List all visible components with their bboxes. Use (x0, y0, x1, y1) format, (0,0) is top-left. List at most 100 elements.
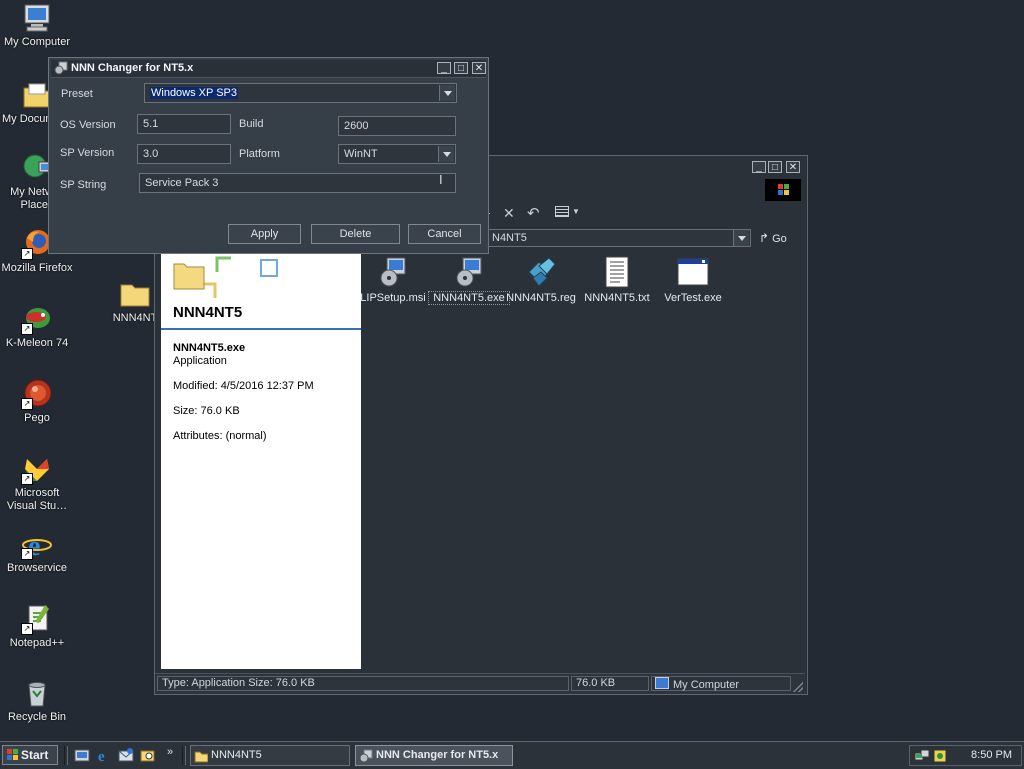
chevron-down-icon[interactable] (438, 146, 454, 162)
pego-icon: ↗ (21, 378, 53, 410)
internet-explorer-icon: e ↗ (21, 528, 53, 562)
shortcut-arrow-icon: ↗ (21, 548, 33, 560)
taskbar-item-nnn-changer[interactable]: NNN Changer for NT5.x (355, 745, 513, 766)
desktop-icon-my-computer[interactable]: My Computer (0, 2, 74, 49)
internet-explorer-icon[interactable]: e (96, 747, 112, 763)
desktop-icon-label: My Computer (3, 36, 71, 48)
os-version-field[interactable]: 5.1 (137, 114, 231, 134)
address-dropdown-arrow[interactable] (733, 230, 749, 246)
go-label: Go (772, 233, 787, 245)
desktop-icon-recycle-bin[interactable]: Recycle Bin (0, 677, 74, 724)
resize-grip-icon[interactable] (793, 682, 803, 692)
windows-logo-icon (765, 179, 801, 201)
toolbar: ⌐ ✕ ↶ ▼ (483, 204, 603, 226)
go-arrow-icon: ↱ (759, 231, 770, 245)
my-computer-small-icon (655, 677, 669, 689)
registry-file-icon (525, 256, 557, 288)
search-folder-icon[interactable] (140, 747, 156, 763)
svg-text:e: e (98, 749, 105, 763)
exe-setup-icon (453, 256, 485, 288)
maximize-button[interactable]: □ (768, 161, 782, 173)
status-type-size: Type: Application Size: 76.0 KB (157, 676, 569, 691)
file-item-vertest[interactable]: VerTest.exe (653, 256, 733, 304)
desktop-icon-label: Notepad++ (9, 637, 65, 649)
security-tray-icon[interactable] (932, 748, 948, 764)
file-name: NNN4NT5.exe (173, 342, 246, 354)
sp-string-field[interactable]: Service Pack 3 (139, 173, 456, 193)
shortcut-arrow-icon: ↗ (21, 248, 33, 260)
quick-launch-overflow-icon[interactable]: » (167, 746, 173, 758)
file-type: Application (173, 355, 227, 367)
file-label: NNN4NT5.txt (584, 292, 650, 304)
app-icon (54, 61, 68, 75)
folder-icon (194, 751, 208, 763)
file-label: VerTest.exe (664, 292, 722, 304)
dialog-close-button[interactable]: ✕ (472, 62, 486, 74)
text-file-icon (601, 256, 633, 288)
minimize-button[interactable]: _ (752, 161, 766, 173)
system-tray: 8:50 PM (909, 745, 1022, 766)
preset-select[interactable]: Windows XP SP3 (144, 83, 457, 103)
undo-icon[interactable]: ↶ (527, 204, 540, 222)
quick-launch-divider (64, 746, 68, 765)
file-attributes: Attributes: (normal) (173, 430, 267, 442)
task-label: NNN4NT5 (211, 749, 262, 761)
visual-studio-icon: ↗ (21, 453, 53, 485)
build-field[interactable]: 2600 (338, 116, 456, 136)
platform-selected-value: WinNT (344, 148, 378, 160)
views-icon[interactable] (555, 206, 569, 217)
text-cursor-icon: I (439, 172, 443, 187)
computer-icon (21, 2, 53, 34)
taskbar-item-nnn4nt5[interactable]: NNN4NT5 (190, 745, 350, 766)
outlook-express-icon[interactable] (118, 747, 134, 763)
file-item-nnn4nt5-reg[interactable]: NNN4NT5.reg (501, 256, 581, 304)
desktop-icon-visual-studio[interactable]: ↗ Microsoft Visual Stu… (0, 453, 74, 513)
desktop-icon-label: Microsoft Visual Stu… (6, 487, 68, 512)
platform-select[interactable]: WinNT (338, 144, 456, 164)
os-version-label: OS Version (60, 119, 116, 131)
file-item-nnn4nt5-txt[interactable]: NNN4NT5.txt (577, 256, 657, 304)
preset-label: Preset (61, 88, 93, 100)
msi-installer-icon (377, 256, 409, 288)
windows-flag-icon (7, 749, 18, 760)
folder-banner: NNN4NT5 (161, 254, 361, 330)
delete-icon[interactable]: ✕ (503, 205, 515, 222)
desktop-icon-k-meleon[interactable]: ↗ K-Meleon 74 (0, 303, 74, 350)
delete-button[interactable]: Delete (311, 224, 400, 244)
window-app-icon (677, 256, 709, 288)
file-item-nnn4nt5-exe[interactable]: NNN4NT5.exe (428, 256, 510, 305)
file-size: Size: 76.0 KB (173, 405, 240, 417)
nnn-changer-dialog[interactable]: NNN Changer for NT5.x _ □ ✕ Preset Windo… (48, 57, 489, 254)
start-button[interactable]: Start (2, 745, 58, 765)
network-tray-icon[interactable] (914, 748, 930, 764)
file-label: NNN4NT5.reg (506, 292, 576, 304)
sp-version-label: SP Version (60, 147, 115, 159)
sp-version-field[interactable]: 3.0 (137, 144, 231, 164)
folder-icon (119, 278, 151, 310)
desktop-icon-label: Mozilla Firefox (1, 262, 73, 274)
apply-button[interactable]: Apply (228, 224, 301, 244)
task-label: NNN Changer for NT5.x (376, 749, 499, 761)
file-label: LIPSetup.msi (360, 292, 426, 304)
address-bar[interactable]: N4NT5 (487, 229, 751, 247)
address-value: N4NT5 (492, 232, 527, 244)
folder-title: NNN4NT5 (173, 304, 243, 321)
dialog-maximize-button[interactable]: □ (454, 62, 468, 74)
desktop-icon-notepadpp[interactable]: ↗ Notepad++ (0, 603, 74, 650)
status-size: 76.0 KB (571, 676, 649, 691)
close-button[interactable]: ✕ (786, 161, 800, 173)
sp-string-label: SP String (60, 179, 107, 191)
chevron-down-icon[interactable]: ▼ (572, 207, 580, 216)
desktop-icon-browservice[interactable]: e ↗ Browservice (0, 528, 74, 575)
clock: 8:50 PM (971, 749, 1012, 761)
start-label: Start (21, 748, 49, 762)
dialog-titlebar[interactable]: NNN Changer for NT5.x _ □ ✕ (51, 60, 486, 78)
show-desktop-icon[interactable] (74, 747, 90, 763)
desktop-icon-label: Pego (24, 412, 50, 424)
desktop-icon-pego[interactable]: ↗ Pego (0, 378, 74, 425)
chevron-down-icon[interactable] (439, 85, 455, 101)
dialog-minimize-button[interactable]: _ (437, 62, 451, 74)
file-item-lipsetup[interactable]: LIPSetup.msi (353, 256, 433, 304)
go-button[interactable]: ↱ Go (759, 229, 787, 247)
cancel-button[interactable]: Cancel (408, 224, 481, 244)
